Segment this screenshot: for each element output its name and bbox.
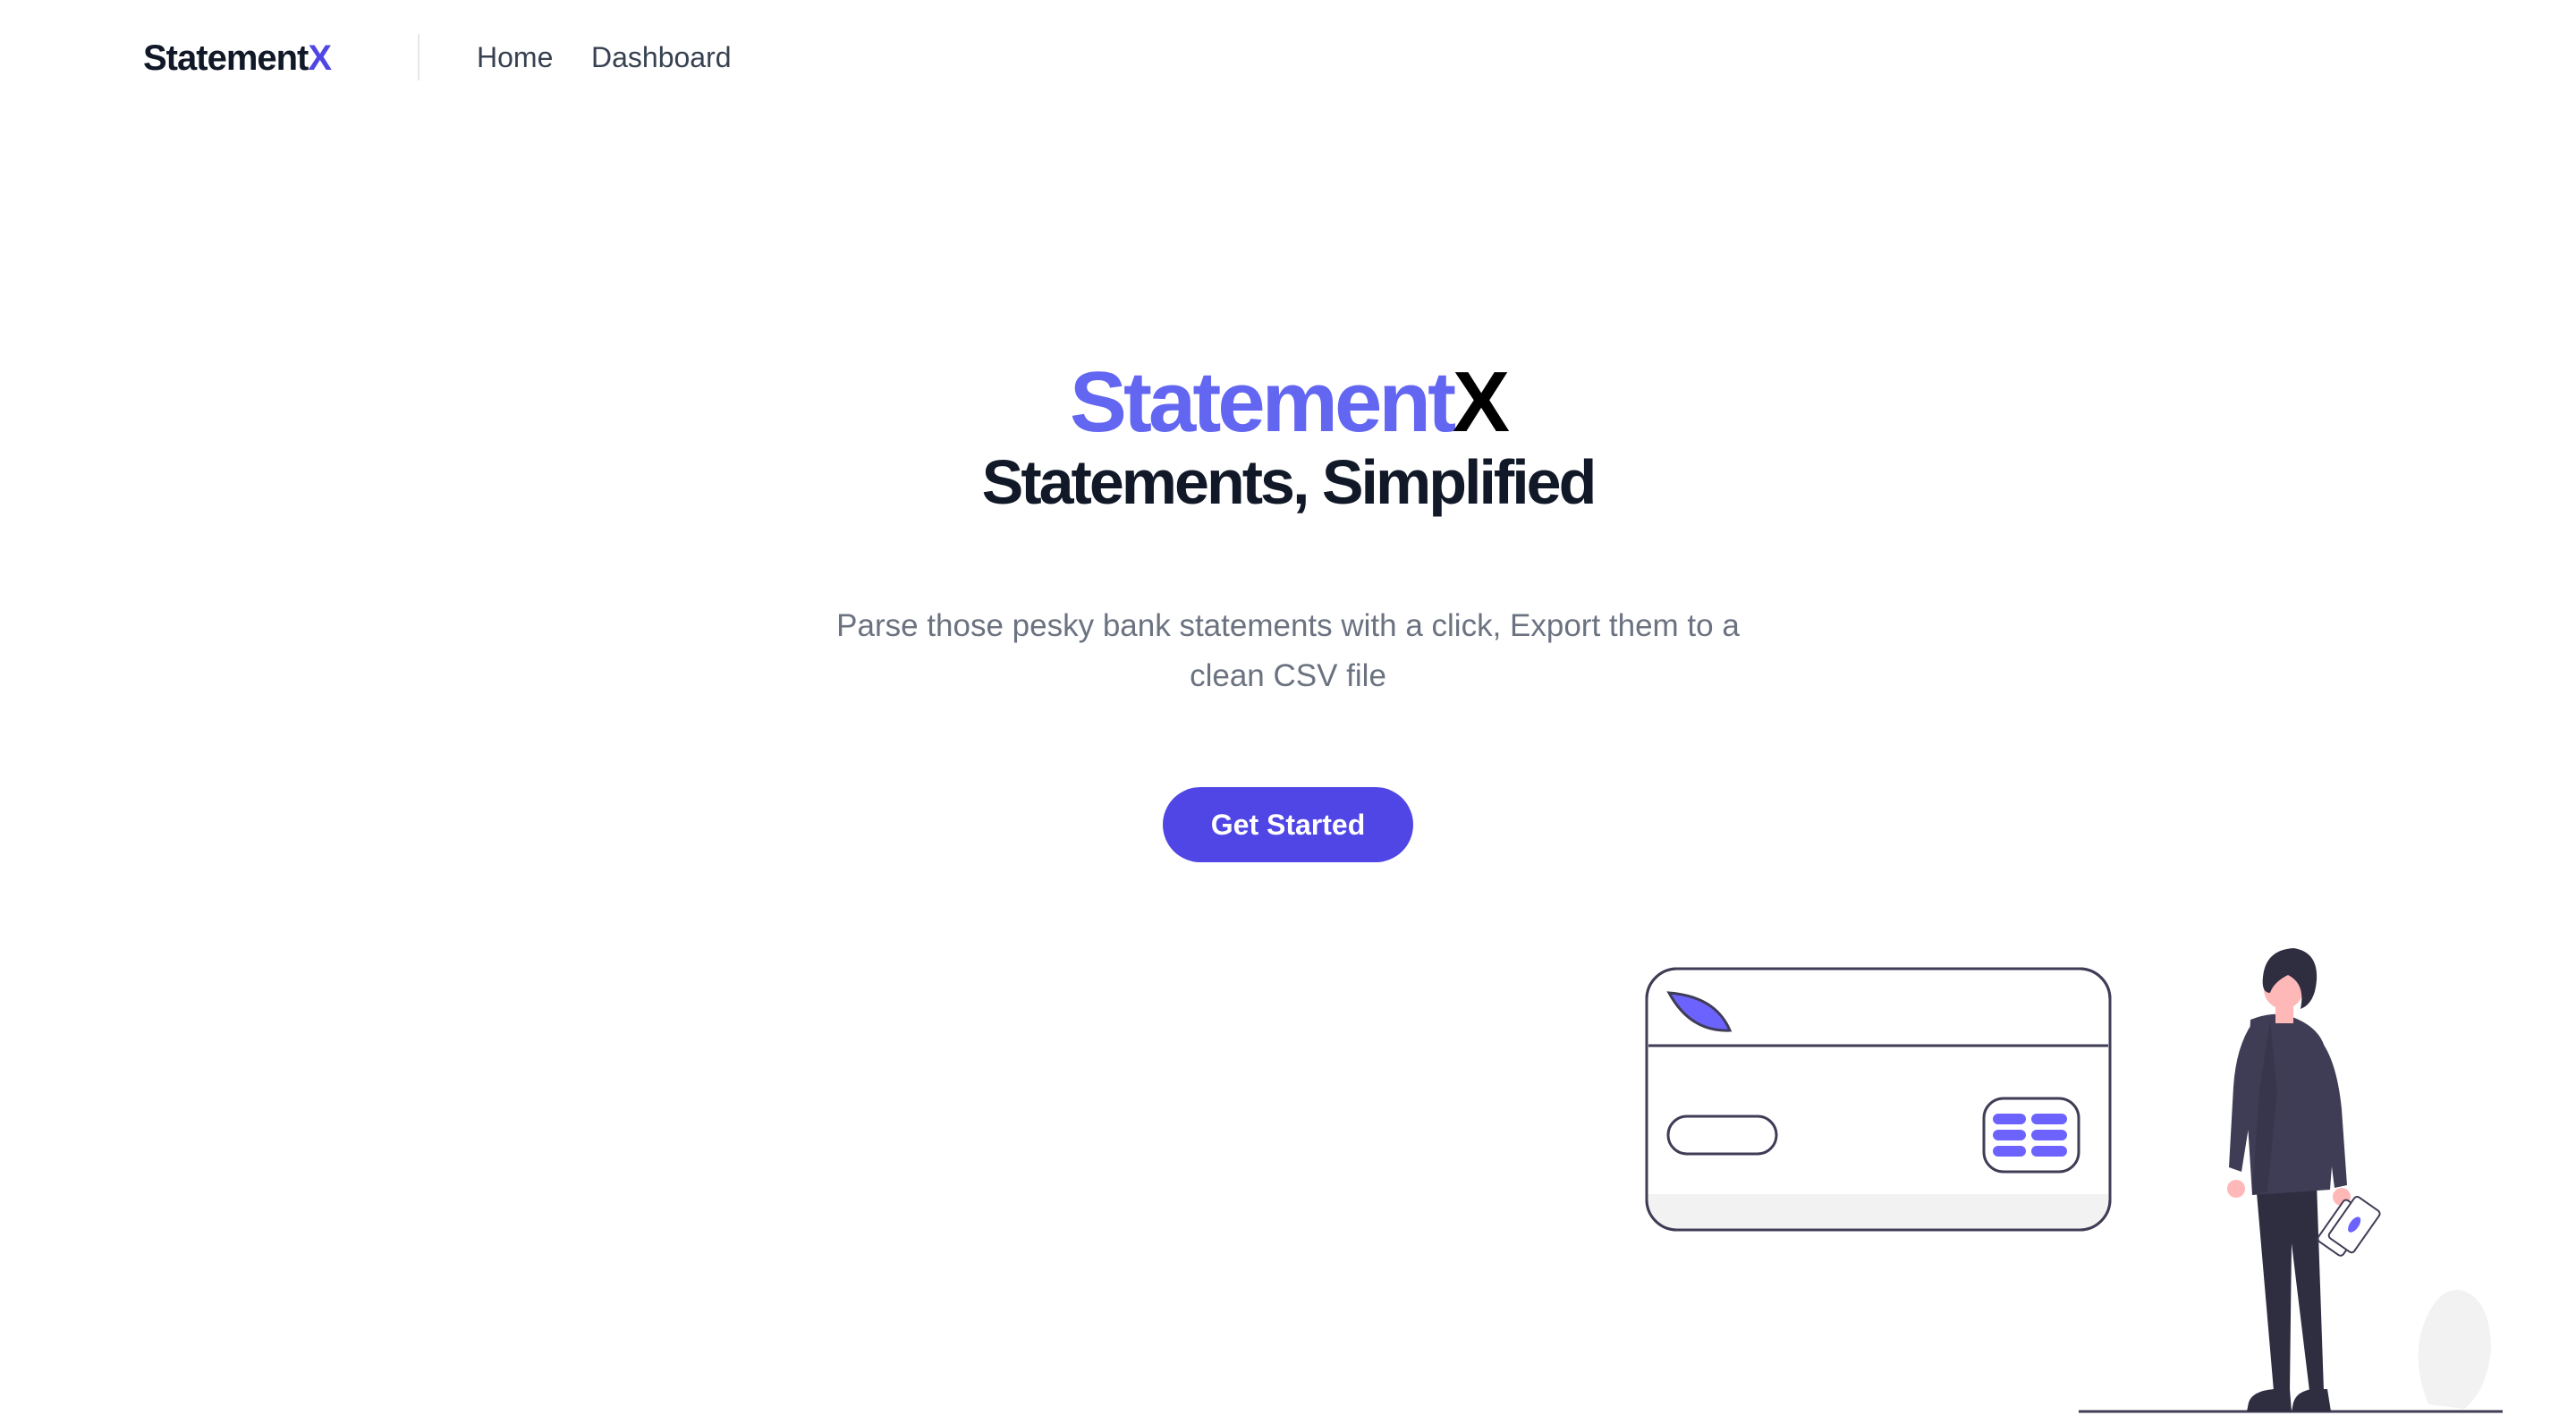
nav-link-dashboard[interactable]: Dashboard — [591, 38, 732, 77]
hero-title-x: X — [1453, 354, 1510, 450]
nav-link-home[interactable]: Home — [477, 38, 553, 77]
brand-logo-x: X — [308, 38, 332, 78]
hero-title-main: Statement — [1069, 354, 1456, 450]
landing-page: StatementX Home Dashboard StatementX Sta… — [0, 0, 2576, 1424]
hero-subtitle: Statements, Simplified — [981, 447, 1597, 517]
credit-card-icon — [1645, 967, 2112, 1232]
top-navbar: StatementX Home Dashboard — [0, 0, 2576, 116]
hero-description: Parse those pesky bank statements with a… — [836, 608, 1740, 693]
person-figure-icon — [2227, 948, 2381, 1411]
hero-title: StatementX — [0, 353, 2576, 452]
nav-divider — [418, 34, 419, 81]
brand-logo[interactable]: StatementX — [143, 36, 332, 81]
person-with-credit-card-illustration — [1610, 930, 2522, 1424]
brand-logo-text: Statement — [143, 38, 309, 78]
get-started-button[interactable]: Get Started — [1163, 787, 1413, 862]
